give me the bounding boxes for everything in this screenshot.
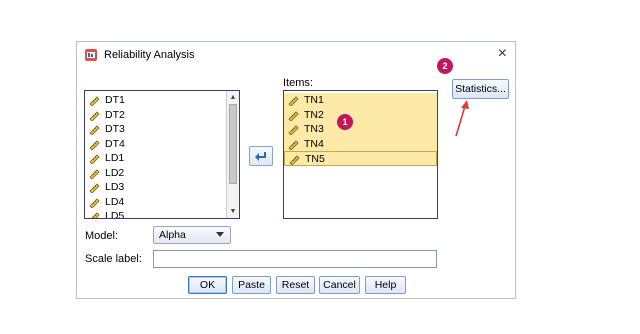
list-item[interactable]: TN4 — [284, 136, 437, 151]
scroll-down-icon[interactable]: ▼ — [227, 206, 239, 217]
list-item-label: TN3 — [304, 123, 324, 135]
reset-button[interactable]: Reset — [276, 276, 315, 294]
list-item[interactable]: LD2 — [85, 166, 226, 181]
list-item[interactable]: LD4 — [85, 195, 226, 210]
list-item[interactable]: DT2 — [85, 108, 226, 123]
ruler-icon — [89, 139, 100, 150]
ruler-icon — [288, 110, 299, 121]
items-label: Items: — [283, 77, 313, 89]
list-item-label: LD3 — [105, 181, 125, 193]
list-item-label: DT4 — [105, 137, 125, 150]
list-item[interactable]: DT1 — [85, 93, 226, 108]
list-item-label: DT2 — [105, 108, 125, 121]
list-item-label: LD2 — [105, 166, 125, 179]
list-item-label: TN5 — [305, 153, 325, 165]
ruler-icon — [89, 154, 100, 164]
list-item-label: TN4 — [304, 137, 324, 150]
list-item-label: DT3 — [105, 123, 125, 135]
list-item[interactable]: DT4 — [85, 137, 226, 152]
list-item-label: TN2 — [304, 108, 324, 121]
ok-button[interactable]: OK — [188, 276, 227, 294]
ruler-icon — [288, 139, 299, 150]
list-item-label: LD4 — [105, 195, 125, 208]
move-to-items-button[interactable] — [249, 146, 273, 166]
list-item-label: DT1 — [105, 94, 125, 106]
scroll-up-icon[interactable]: ▲ — [227, 92, 239, 103]
dialog-title: Reliability Analysis — [104, 49, 195, 61]
annotation-badge-1: 1 — [337, 114, 353, 130]
statistics-button[interactable]: Statistics... — [452, 79, 509, 99]
scrollbar-thumb[interactable] — [229, 104, 237, 184]
ruler-icon — [91, 212, 100, 218]
list-item[interactable]: TN2 — [284, 107, 437, 122]
ruler-icon — [89, 96, 100, 106]
list-item[interactable]: TN1 — [284, 93, 437, 108]
list-item-label: LD1 — [105, 152, 125, 164]
list-item-label: TN1 — [304, 94, 324, 106]
ruler-icon — [289, 155, 300, 165]
ruler-icon — [89, 110, 100, 121]
scale-label-label: Scale label: — [85, 253, 142, 265]
ruler-icon — [89, 168, 100, 179]
ruler-icon — [89, 183, 100, 193]
close-icon[interactable]: × — [498, 45, 507, 63]
ruler-icon — [89, 197, 100, 208]
list-item[interactable]: TN3 — [284, 122, 437, 137]
help-button[interactable]: Help — [365, 276, 406, 294]
list-item[interactable]: LD1 — [85, 151, 226, 166]
source-variable-list[interactable]: DT1 DT2 DT3 DT4 LD1 LD2 LD3 LD4 LD5 ▲ ▼ — [84, 90, 240, 219]
ruler-icon — [288, 96, 299, 106]
model-dropdown-value: Alpha — [159, 229, 186, 241]
model-dropdown[interactable]: Alpha — [153, 226, 231, 244]
items-list[interactable]: TN1 TN2 TN3 TN4 TN5 — [283, 90, 438, 219]
list-item[interactable]: LD5 — [85, 209, 226, 219]
reliability-analysis-dialog: Reliability Analysis × DT1 DT2 DT3 DT4 L… — [76, 41, 516, 299]
annotation-arrow-icon — [455, 100, 469, 137]
source-list-scrollbar[interactable]: ▲ ▼ — [226, 91, 239, 218]
model-label: Model: — [85, 230, 119, 242]
reliability-app-icon — [85, 49, 97, 61]
scale-label-input[interactable] — [153, 250, 437, 268]
chevron-down-icon — [216, 232, 224, 237]
cancel-button[interactable]: Cancel — [319, 276, 360, 294]
list-item[interactable]: LD3 — [85, 180, 226, 195]
annotation-badge-2: 2 — [437, 58, 453, 74]
arrow-left-icon — [255, 152, 266, 161]
list-item[interactable]: TN5 — [284, 151, 437, 166]
list-item-label: LD5 — [105, 210, 125, 219]
ruler-icon — [89, 125, 100, 135]
paste-button[interactable]: Paste — [232, 276, 271, 294]
list-item[interactable]: DT3 — [85, 122, 226, 137]
ruler-icon — [288, 125, 299, 135]
